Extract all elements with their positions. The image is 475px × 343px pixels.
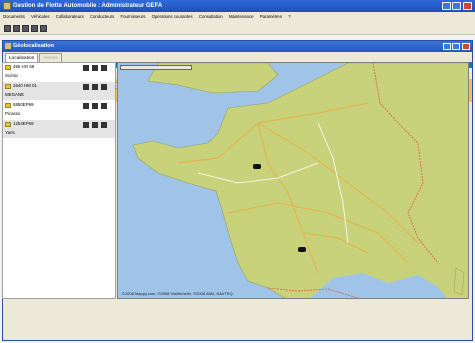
route-icon[interactable]	[101, 122, 107, 128]
vehicle-list: 456 HG 69 Scénic 2640 HM 01 MEGANE 5850E…	[2, 62, 116, 299]
app-icon	[3, 2, 11, 10]
menu-bar: Documents Véhicules Collaborateurs Condu…	[0, 12, 475, 22]
menu-help[interactable]: ?	[288, 14, 290, 19]
toolbar	[0, 22, 475, 35]
toolbar-users-icon[interactable]	[13, 25, 20, 32]
toolbar-fleet-icon[interactable]	[22, 25, 29, 32]
menu-conducteurs[interactable]: Conducteurs	[90, 14, 114, 19]
toolbar-tools-icon[interactable]	[31, 25, 38, 32]
tab-alertes[interactable]: Alertes	[39, 53, 62, 62]
driver-icon[interactable]	[92, 122, 98, 128]
list-item[interactable]: 2640 HM 01 MEGANE	[3, 82, 115, 100]
minimize-button[interactable]	[442, 2, 451, 10]
inner-minimize-button[interactable]	[443, 43, 451, 50]
car-icon	[5, 122, 11, 127]
map-canvas	[118, 63, 468, 298]
zoom-slider[interactable]	[120, 65, 192, 70]
list-item[interactable]: 5850EP69 Picasso	[3, 101, 115, 119]
globe-icon	[5, 43, 11, 49]
locate-icon[interactable]	[83, 65, 89, 71]
menu-collaborateurs[interactable]: Collaborateurs	[56, 14, 84, 19]
inner-window-title: Géolocalisation	[13, 43, 54, 49]
vehicle-plate: 1254EP69	[13, 121, 34, 126]
locate-icon[interactable]	[83, 84, 89, 90]
menu-maintenance[interactable]: Maintenance	[229, 14, 254, 19]
close-button[interactable]	[463, 2, 472, 10]
driver-icon[interactable]	[92, 103, 98, 109]
application-window: Gestion de Flotte Automobile : Administr…	[0, 0, 475, 343]
france-map[interactable]: ©2008 Mappy.com, ©2008 ViaMichelin, ©200…	[117, 62, 469, 299]
tab-localisation[interactable]: Localisation	[5, 53, 39, 62]
route-icon[interactable]	[101, 103, 107, 109]
map-copyright: ©2008 Mappy.com, ©2008 ViaMichelin, ©200…	[122, 291, 233, 296]
menu-documents[interactable]: Documents	[3, 14, 25, 19]
title-bar: Gestion de Flotte Automobile : Administr…	[0, 0, 475, 12]
locate-icon[interactable]	[83, 103, 89, 109]
menu-consultation[interactable]: Consultation	[199, 14, 223, 19]
vehicle-plate: 456 HG 69	[13, 64, 35, 69]
car-icon	[5, 65, 11, 70]
vehicle-plate: 2640 HM 01	[13, 83, 37, 88]
maximize-button[interactable]	[452, 2, 461, 10]
toolbar-car-icon[interactable]	[4, 25, 11, 32]
vehicle-model: Picasso	[5, 111, 21, 116]
inner-title-bar: Géolocalisation	[3, 41, 472, 52]
vehicle-model: MEGANE	[5, 92, 25, 97]
menu-parametres[interactable]: Paramètres	[260, 14, 282, 19]
route-icon[interactable]	[101, 84, 107, 90]
car-icon	[5, 103, 11, 108]
vehicle-marker[interactable]	[298, 247, 306, 252]
vehicle-model: Scénic	[5, 73, 19, 78]
inner-maximize-button[interactable]	[452, 43, 460, 50]
list-item[interactable]: 456 HG 69 Scénic	[3, 63, 115, 81]
list-item[interactable]: 1254EP69 Yaris	[3, 120, 115, 138]
menu-vehicules[interactable]: Véhicules	[31, 14, 50, 19]
vehicle-marker[interactable]	[253, 164, 261, 169]
vehicle-model: Yaris	[5, 130, 15, 135]
vehicle-plate: 5850EP69	[13, 102, 34, 107]
window-title: Gestion de Flotte Automobile : Administr…	[13, 3, 163, 9]
corsica-land	[453, 267, 465, 296]
menu-fournisseurs[interactable]: Fournisseurs	[121, 14, 146, 19]
toolbar-report-icon[interactable]	[40, 25, 47, 32]
main-tabs: Localisation Alertes	[3, 52, 472, 62]
driver-icon[interactable]	[92, 84, 98, 90]
locate-icon[interactable]	[83, 122, 89, 128]
menu-operations-courantes[interactable]: Opérations courantes	[152, 14, 193, 19]
car-icon	[5, 84, 11, 89]
driver-icon[interactable]	[92, 65, 98, 71]
route-icon[interactable]	[101, 65, 107, 71]
inner-close-button[interactable]	[462, 43, 470, 50]
